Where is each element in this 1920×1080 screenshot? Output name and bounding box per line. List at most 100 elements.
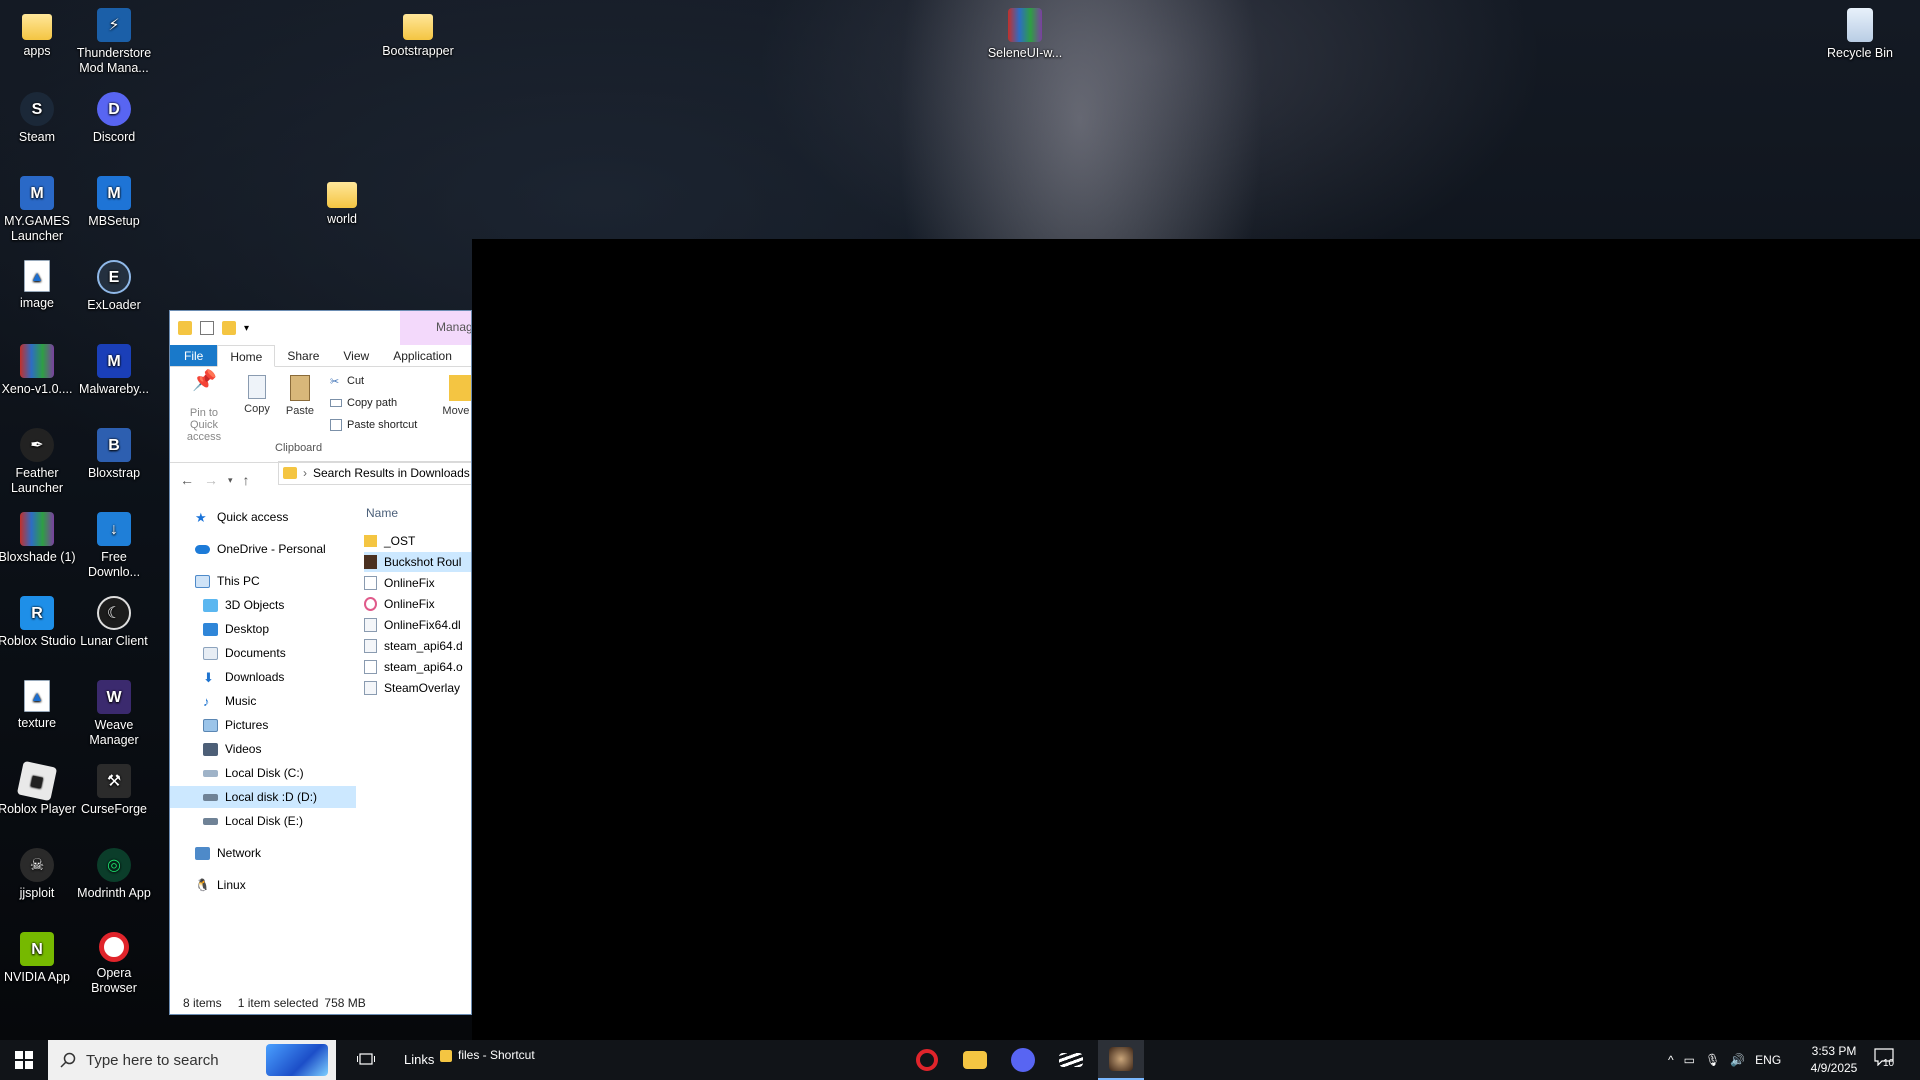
nav-linux[interactable]: 🐧 Linux	[195, 874, 246, 896]
desktop-icon-apps[interactable]: apps	[0, 8, 77, 59]
address-bar[interactable]: › Search Results in Downloads	[278, 461, 471, 485]
tab-home[interactable]: Home	[217, 345, 276, 367]
feather-icon: ✒	[20, 428, 54, 462]
start-button[interactable]	[0, 1040, 48, 1080]
file-row[interactable]: steam_api64.o	[364, 657, 471, 677]
desktop-icon-bloxshade[interactable]: Bloxshade (1)	[0, 512, 77, 565]
desktop-icon-mygames[interactable]: M MY.GAMES Launcher	[0, 176, 77, 244]
nav-local-disk-d[interactable]: Local disk :D (D:)	[170, 786, 356, 808]
windows-logo-icon	[15, 1051, 33, 1069]
properties-icon[interactable]	[200, 321, 214, 335]
file-row[interactable]: _OST	[364, 531, 471, 551]
desktop-icon-curseforge[interactable]: ⚒ CurseForge	[74, 764, 154, 817]
taskbar-clock[interactable]: 3:53 PM 4/9/2025	[1806, 1043, 1862, 1077]
nav-network[interactable]: Network	[195, 842, 261, 864]
desktop-icon-roblox-studio[interactable]: R Roblox Studio	[0, 596, 77, 649]
tab-share[interactable]: Share	[275, 345, 331, 366]
copy-path-button[interactable]: Copy path	[330, 397, 397, 409]
desktop-icon-roblox-player[interactable]: ◼ Roblox Player	[0, 760, 77, 817]
desktop-icon-thunderstore[interactable]: ⚡ Thunderstore Mod Mana...	[74, 8, 154, 76]
back-arrow-icon[interactable]: ←	[180, 472, 194, 488]
column-header-name[interactable]: Name	[366, 506, 398, 520]
links-toolbar-label[interactable]: Links	[404, 1052, 434, 1067]
film-icon	[203, 742, 218, 756]
nav-documents[interactable]: Documents	[203, 642, 286, 664]
desktop-icon-malwarebytes[interactable]: M Malwareby...	[74, 344, 154, 397]
tab-view[interactable]: View	[331, 345, 381, 366]
nav-local-disk-e[interactable]: Local Disk (E:)	[203, 810, 303, 832]
desktop-icon-exloader[interactable]: E ExLoader	[74, 260, 154, 313]
taskbar-buckshot-roulette[interactable]	[1098, 1040, 1144, 1080]
up-arrow-icon[interactable]: ↑	[243, 472, 250, 488]
file-row[interactable]: SteamOverlay	[364, 678, 471, 698]
task-view-button[interactable]	[346, 1040, 386, 1080]
nav-desktop[interactable]: Desktop	[203, 618, 269, 640]
winrar-archive-icon	[1008, 8, 1042, 42]
file-row[interactable]: Buckshot Roul	[364, 552, 471, 572]
tab-file[interactable]: File	[170, 345, 218, 366]
file-row[interactable]: OnlineFix	[364, 573, 471, 593]
taskbar-discord[interactable]	[1000, 1040, 1046, 1080]
desktop-icon-steam[interactable]: S Steam	[0, 92, 77, 145]
nav-videos[interactable]: Videos	[203, 738, 261, 760]
clock-time: 3:53 PM	[1811, 1044, 1857, 1058]
desktop-icon-recycle-bin[interactable]: Recycle Bin	[1820, 8, 1900, 61]
pin-to-quick-access-button[interactable]: 📌 Pin to Quick access	[176, 371, 232, 443]
file-row[interactable]: steam_api64.d	[364, 636, 471, 656]
files-shortcut-link[interactable]: files - Shortcut	[440, 1048, 535, 1062]
taskbar-search-box[interactable]: Type here to search	[48, 1040, 336, 1080]
microphone-icon[interactable]: 🎙	[1705, 1053, 1720, 1067]
new-folder-icon[interactable]	[222, 321, 236, 335]
file-row[interactable]: OnlineFix	[364, 594, 471, 614]
action-center-button[interactable]: 10	[1874, 1048, 1900, 1072]
desktop-icon-xeno[interactable]: Xeno-v1.0....	[0, 344, 77, 397]
cut-button[interactable]: ✂ Cut	[330, 375, 364, 388]
nav-this-pc[interactable]: This PC	[195, 570, 260, 592]
desktop-icon-nvidia[interactable]: N NVIDIA App	[0, 932, 77, 985]
tab-application[interactable]: Application	[381, 345, 464, 366]
customize-toolbar-icon[interactable]: ▾	[244, 323, 249, 334]
free-download-manager-icon: ↓	[97, 512, 131, 546]
desktop-icon-world[interactable]: world	[302, 176, 382, 227]
taskbar-file-explorer[interactable]	[952, 1040, 998, 1080]
nav-pictures[interactable]: Pictures	[203, 714, 268, 736]
desktop-icon-modrinth[interactable]: ◎ Modrinth App	[74, 848, 154, 901]
desktop-icon-label: NVIDIA App	[3, 970, 70, 984]
desktop-icon-bloxstrap[interactable]: B Bloxstrap	[74, 428, 154, 481]
desktop-icon-weave-manager[interactable]: W Weave Manager	[74, 680, 154, 748]
move-to-button[interactable]: Move to	[442, 375, 471, 417]
input-language[interactable]: ENG	[1755, 1053, 1781, 1067]
paste-shortcut-button[interactable]: Paste shortcut	[330, 419, 417, 431]
paste-button[interactable]: Paste	[280, 375, 320, 417]
meet-now-icon[interactable]: ▭	[1684, 1053, 1695, 1067]
desktop-icon-selene[interactable]: SeleneUI-w...	[985, 8, 1065, 61]
desktop-icon-jjsploit[interactable]: ☠ jjsploit	[0, 848, 77, 901]
copy-button[interactable]: Copy	[240, 375, 274, 415]
nav-quick-access[interactable]: ★ Quick access	[195, 506, 288, 528]
volume-icon[interactable]: 🔊	[1730, 1053, 1745, 1067]
file-row[interactable]: OnlineFix64.dl	[364, 615, 471, 635]
copy-path-icon	[330, 399, 342, 407]
desktop-icon-bootstrapper[interactable]: Bootstrapper	[378, 8, 458, 59]
nav-music[interactable]: ♪ Music	[203, 690, 256, 712]
desktop-icon-feather[interactable]: ✒ Feather Launcher	[0, 428, 77, 496]
forward-arrow-icon[interactable]: →	[204, 472, 218, 488]
nav-3d-objects[interactable]: 3D Objects	[203, 594, 284, 616]
desktop-icon-lunar-client[interactable]: ☾ Lunar Client	[74, 596, 154, 649]
desktop-icon-mbsetup[interactable]: M MBSetup	[74, 176, 154, 229]
nav-onedrive[interactable]: OneDrive - Personal	[195, 538, 326, 560]
file-name: OnlineFix	[384, 597, 435, 611]
desktop-icon-image[interactable]: ▲ image	[0, 260, 77, 311]
desktop-icon-texture[interactable]: ▲ texture	[0, 680, 77, 731]
recent-locations-chevron-icon[interactable]: ▾	[228, 475, 233, 486]
nav-local-disk-c[interactable]: Local Disk (C:)	[203, 762, 304, 784]
desktop-icon-opera[interactable]: Opera Browser	[74, 932, 154, 996]
modrinth-icon: ◎	[97, 848, 131, 882]
taskbar-opera[interactable]	[904, 1040, 950, 1080]
desktop-icon-discord[interactable]: D Discord	[74, 92, 154, 145]
tab-manage[interactable]: Manag	[400, 311, 471, 345]
chevron-up-icon[interactable]: ^	[1668, 1053, 1674, 1067]
taskbar-app-stripes[interactable]	[1048, 1040, 1094, 1080]
nav-downloads[interactable]: ⬇ Downloads	[203, 666, 284, 688]
desktop-icon-free-download-manager[interactable]: ↓ Free Downlo...	[74, 512, 154, 580]
